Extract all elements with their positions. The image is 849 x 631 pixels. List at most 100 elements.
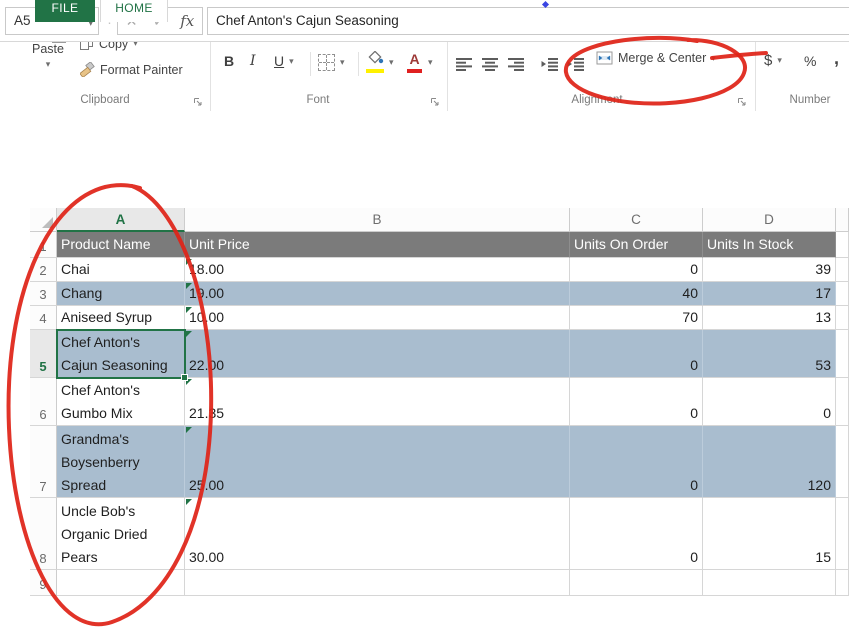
cell-B7[interactable]: 25.00: [185, 426, 570, 498]
percent-style-button[interactable]: %: [804, 53, 816, 69]
cell-A2[interactable]: Chai: [57, 258, 185, 282]
row-header-2[interactable]: 2: [30, 258, 57, 282]
cell-D1[interactable]: Units In Stock: [703, 232, 836, 258]
cell-E6[interactable]: [836, 378, 849, 426]
cell-C2[interactable]: 0: [570, 258, 703, 282]
row-header-3[interactable]: 3: [30, 282, 57, 306]
cell-B1[interactable]: Unit Price: [185, 232, 570, 258]
cell-B2[interactable]: 18.00: [185, 258, 570, 282]
percent-icon: %: [804, 53, 816, 69]
error-triangle-icon: [186, 331, 192, 337]
align-center-button[interactable]: [478, 51, 502, 77]
cell-A3[interactable]: Chang: [57, 282, 185, 306]
cell-E2[interactable]: [836, 258, 849, 282]
error-triangle-icon: [186, 499, 192, 505]
cell-D8[interactable]: 15: [703, 498, 836, 570]
insert-function-icon[interactable]: fx: [180, 12, 194, 30]
increase-indent-icon: [567, 57, 585, 71]
cell-D2[interactable]: 39: [703, 258, 836, 282]
column-header-c[interactable]: C: [570, 208, 703, 232]
align-right-button[interactable]: [504, 51, 528, 77]
cell-D3[interactable]: 17: [703, 282, 836, 306]
tab-home[interactable]: HOME: [100, 0, 168, 22]
cell-C4[interactable]: 70: [570, 306, 703, 330]
cell-value: 19.00: [189, 282, 224, 305]
align-left-button[interactable]: [452, 51, 476, 77]
cell-A7[interactable]: Grandma's Boysenberry Spread: [57, 426, 185, 498]
chevron-down-icon: ▾: [711, 53, 716, 64]
cell-C8[interactable]: 0: [570, 498, 703, 570]
cell-A4[interactable]: Aniseed Syrup: [57, 306, 185, 330]
cell-B8[interactable]: 30.00: [185, 498, 570, 570]
cell-E3[interactable]: [836, 282, 849, 306]
cell-A1[interactable]: Product Name: [57, 232, 185, 258]
cell-D6[interactable]: 0: [703, 378, 836, 426]
borders-button[interactable]: ▾: [318, 54, 345, 71]
format-painter-label: Format Painter: [100, 63, 183, 77]
comma-style-button[interactable]: ,: [834, 48, 839, 69]
cell-A5[interactable]: Chef Anton's Cajun Seasoning: [57, 330, 185, 378]
select-all-corner[interactable]: [30, 208, 57, 232]
cell-E9[interactable]: [836, 570, 849, 596]
cell-B6[interactable]: 21.35: [185, 378, 570, 426]
row-header-4[interactable]: 4: [30, 306, 57, 330]
format-painter-button[interactable]: Format Painter: [80, 62, 183, 77]
cell-E1[interactable]: [836, 232, 849, 258]
cell-B4[interactable]: 10.00: [185, 306, 570, 330]
cell-E8[interactable]: [836, 498, 849, 570]
row-header-9[interactable]: 9: [30, 570, 57, 596]
cell-value: 0: [690, 546, 698, 569]
dialog-launcher-icon[interactable]: [430, 97, 441, 108]
merge-center-button[interactable]: Merge & Center ▾: [596, 51, 716, 65]
fill-handle[interactable]: [181, 374, 188, 381]
row-header-5[interactable]: 5: [30, 330, 57, 378]
tab-file[interactable]: FILE: [35, 0, 95, 22]
underline-button[interactable]: U ▾: [274, 53, 294, 69]
column-header-d[interactable]: D: [703, 208, 836, 232]
cell-value: Chef Anton's Gumbo Mix: [61, 379, 180, 425]
cell-E5[interactable]: [836, 330, 849, 378]
increase-indent-button[interactable]: [564, 51, 588, 77]
cell-B9[interactable]: [185, 570, 570, 596]
formula-input[interactable]: Chef Anton's Cajun Seasoning: [207, 7, 849, 35]
align-center-icon: [481, 57, 499, 71]
cell-D9[interactable]: [703, 570, 836, 596]
cell-D4[interactable]: 13: [703, 306, 836, 330]
cell-C3[interactable]: 40: [570, 282, 703, 306]
dialog-launcher-icon[interactable]: [737, 97, 748, 108]
cell-B5[interactable]: 22.00: [185, 330, 570, 378]
cell-C7[interactable]: 0: [570, 426, 703, 498]
cell-A8[interactable]: Uncle Bob's Organic Dried Pears: [57, 498, 185, 570]
paste-label: Paste: [32, 42, 64, 56]
decrease-indent-button[interactable]: [538, 51, 562, 77]
fill-color-button[interactable]: ▾: [366, 51, 394, 73]
cell-value: 30.00: [189, 546, 224, 569]
row-header-7[interactable]: 7: [30, 426, 57, 498]
row-header-8[interactable]: 8: [30, 498, 57, 570]
accounting-format-button[interactable]: $ ▾: [764, 52, 782, 69]
bold-button[interactable]: B: [224, 53, 234, 69]
dialog-launcher-icon[interactable]: [193, 97, 204, 108]
cell-C5[interactable]: 0: [570, 330, 703, 378]
cell-B3[interactable]: 19.00: [185, 282, 570, 306]
cell-D5[interactable]: 53: [703, 330, 836, 378]
cell-E7[interactable]: [836, 426, 849, 498]
comma-icon: ,: [834, 48, 839, 69]
cell-C1[interactable]: Units On Order: [570, 232, 703, 258]
error-triangle-icon: [186, 259, 192, 265]
italic-button[interactable]: I: [250, 53, 256, 69]
column-header-a[interactable]: A: [57, 208, 185, 232]
cell-A6[interactable]: Chef Anton's Gumbo Mix: [57, 378, 185, 426]
cell-E4[interactable]: [836, 306, 849, 330]
cell-C6[interactable]: 0: [570, 378, 703, 426]
font-color-button[interactable]: A ▾: [406, 51, 433, 73]
cell-A9[interactable]: [57, 570, 185, 596]
merge-center-label: Merge & Center: [618, 51, 706, 65]
cell-D7[interactable]: 120: [703, 426, 836, 498]
column-header-b[interactable]: B: [185, 208, 570, 232]
cell-C9[interactable]: [570, 570, 703, 596]
column-header-e-sliver[interactable]: [836, 208, 849, 232]
row-header-1[interactable]: 1: [30, 232, 57, 258]
cell-value: 0: [690, 402, 698, 425]
row-header-6[interactable]: 6: [30, 378, 57, 426]
